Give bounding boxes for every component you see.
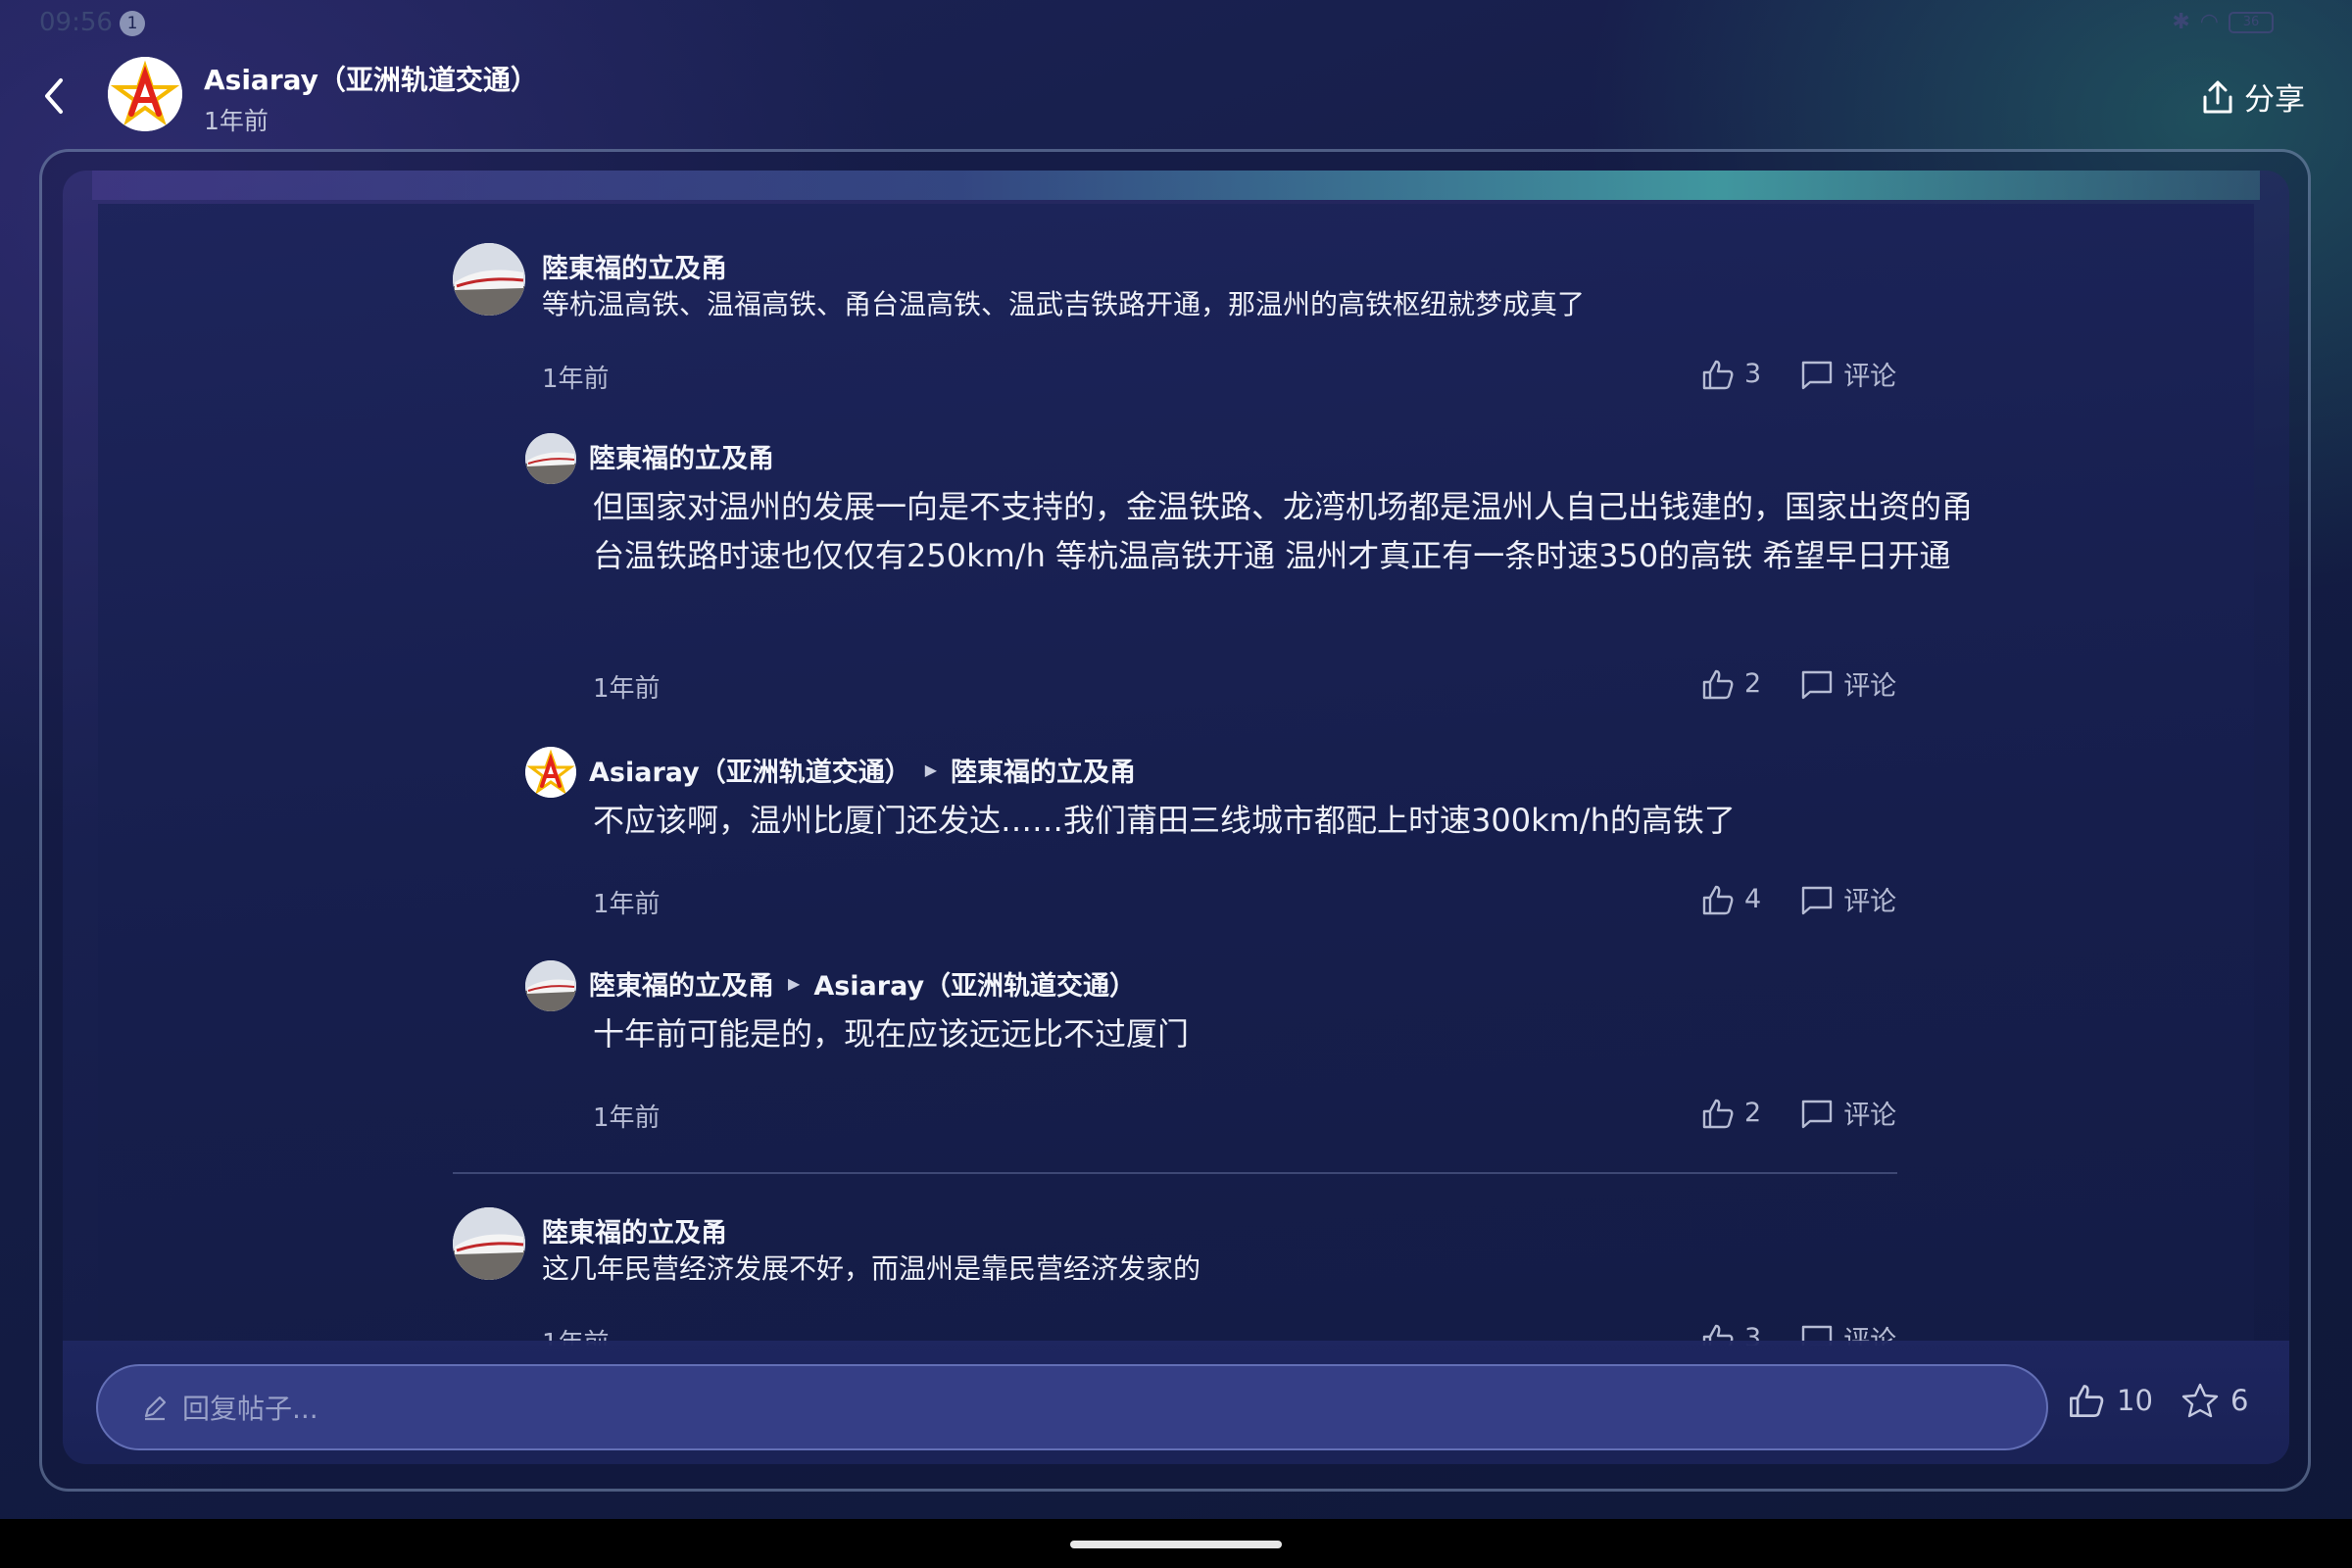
- wifi-icon: ◠: [2199, 10, 2219, 34]
- status-time: 09:56: [39, 8, 113, 37]
- comment-text: 等杭温高铁、温福高铁、甬台温高铁、温武吉铁路开通，那温州的高铁枢纽就梦成真了: [542, 288, 1586, 320]
- reply-actions: 2 评论: [1701, 1094, 1896, 1132]
- reply-author[interactable]: 陸東福的立及甬: [589, 437, 774, 475]
- comment-actions: 3 评论: [1701, 355, 1896, 393]
- bottom-action-bar: 回复帖子... 10 6: [63, 1341, 2289, 1464]
- status-bar: 09:56 1 ✱ ◠ 36: [0, 0, 2352, 49]
- avatar[interactable]: [525, 960, 576, 1011]
- comment-item: 陸東福的立及甬 等杭温高铁、温福高铁、甬台温高铁、温武吉铁路开通，那温州的高铁枢…: [98, 204, 2254, 400]
- like-count: 2: [1744, 1098, 1762, 1128]
- chevron-left-icon: [45, 78, 63, 114]
- reply-text: 但国家对温州的发展一向是不支持的，金温铁路、龙湾机场都是温州人自己出钱建的，国家…: [593, 488, 1974, 574]
- avatar[interactable]: [525, 433, 576, 484]
- star-icon: [2181, 1383, 2219, 1418]
- share-icon: [2203, 80, 2232, 113]
- like-count: 4: [1744, 884, 1762, 914]
- comment-icon: [1801, 1100, 1833, 1128]
- share-button[interactable]: 分享: [2201, 74, 2305, 119]
- thumbs-up-icon: [1702, 360, 1734, 389]
- comment-list[interactable]: 陸東福的立及甬 等杭温高铁、温福高铁、甬台温高铁、温武吉铁路开通，那温州的高铁枢…: [98, 204, 2254, 1346]
- reply-text: 十年前可能是的，现在应该远远比不过厦门: [593, 1015, 1190, 1053]
- bluetooth-icon: ✱: [2172, 10, 2190, 34]
- post-time: 1年前: [204, 107, 269, 135]
- author-name[interactable]: Asiaray（亚洲轨道交通）: [204, 59, 538, 98]
- comment-label: 评论: [1843, 671, 1897, 702]
- comment-text: 这几年民营经济发展不好，而温州是靠民营经济发家的: [542, 1252, 1201, 1285]
- status-icons: ✱ ◠ 36: [2172, 10, 2274, 34]
- home-indicator[interactable]: [1070, 1541, 1282, 1548]
- reply-author[interactable]: 陸東福的立及甬: [589, 964, 774, 1003]
- train-avatar-icon: [525, 960, 576, 1011]
- back-button[interactable]: [35, 71, 74, 122]
- comment-icon: [1801, 670, 1833, 699]
- like-count: 2: [1744, 668, 1762, 699]
- favorite-count: 6: [2230, 1384, 2249, 1417]
- reply-actions: 4 评论: [1701, 880, 1896, 918]
- post-like-count: 10: [2117, 1384, 2153, 1417]
- pencil-icon: [144, 1396, 167, 1421]
- comment-button[interactable]: 评论: [1800, 355, 1896, 393]
- author-avatar[interactable]: [108, 57, 182, 131]
- comment-item: 陸東福的立及甬 这几年民营经济发展不好，而温州是靠民营经济发家的 1年前 3 评…: [98, 1194, 2254, 1346]
- thumbs-up-icon: [1702, 885, 1734, 914]
- reply-arrow-icon: ▶: [788, 974, 801, 993]
- reply-header: Asiaray（亚洲轨道交通） ▶ 陸東福的立及甬: [589, 751, 1136, 789]
- thumbs-up-icon: [1702, 1099, 1734, 1128]
- battery-icon: 36: [2229, 11, 2274, 33]
- comment-label: 评论: [1843, 887, 1897, 917]
- reply-text: 不应该啊，温州比厦门还发达……我们莆田三线城市都配上时速300km/h的高铁了: [593, 802, 1736, 839]
- post-like-button[interactable]: 10: [2068, 1382, 2153, 1419]
- thumbs-up-icon: [2070, 1385, 2104, 1417]
- like-button[interactable]: 4: [1701, 884, 1761, 915]
- reply-item: Asiaray（亚洲轨道交通） ▶ 陸東福的立及甬 不应该啊，温州比厦门还发达……: [98, 733, 2254, 929]
- reply-time: 1年前: [593, 1103, 661, 1133]
- comment-button[interactable]: 评论: [1800, 880, 1896, 918]
- like-button[interactable]: 2: [1701, 1098, 1761, 1129]
- reply-item: 陸東福的立及甬 ▶ Asiaray（亚洲轨道交通） 十年前可能是的，现在应该远远…: [98, 949, 2254, 1145]
- avatar[interactable]: [453, 1207, 525, 1280]
- notification-badge: 1: [120, 11, 145, 36]
- thumbs-up-icon: [1702, 669, 1734, 699]
- comment-label: 评论: [1843, 362, 1897, 392]
- reply-header: 陸東福的立及甬 ▶ Asiaray（亚洲轨道交通）: [589, 964, 1136, 1003]
- like-count: 3: [1744, 359, 1762, 389]
- avatar[interactable]: [525, 747, 576, 798]
- like-button[interactable]: 3: [1701, 359, 1761, 390]
- train-avatar-icon: [525, 433, 576, 484]
- comment-time: 1年前: [542, 365, 610, 394]
- reply-to-user[interactable]: 陸東福的立及甬: [951, 751, 1136, 789]
- reply-to-user[interactable]: Asiaray（亚洲轨道交通）: [813, 964, 1136, 1003]
- reply-input[interactable]: 回复帖子...: [96, 1364, 2048, 1450]
- asiaray-logo-icon: [108, 57, 182, 131]
- reply-item: 陸東福的立及甬 但国家对温州的发展一向是不支持的，金温铁路、龙湾机场都是温州人自…: [98, 419, 2254, 713]
- avatar[interactable]: [453, 243, 525, 316]
- reply-author[interactable]: Asiaray（亚洲轨道交通）: [589, 751, 911, 789]
- comment-icon: [1801, 361, 1833, 389]
- train-avatar-icon: [453, 1207, 525, 1280]
- like-button[interactable]: 2: [1701, 668, 1761, 700]
- comment-button[interactable]: 评论: [1800, 664, 1896, 703]
- reply-arrow-icon: ▶: [924, 760, 938, 779]
- reply-time: 1年前: [593, 674, 661, 704]
- asiaray-logo-icon: [525, 747, 576, 798]
- reply-actions: 2 评论: [1701, 664, 1896, 703]
- comment-icon: [1801, 886, 1833, 914]
- favorite-button[interactable]: 6: [2181, 1382, 2248, 1419]
- system-nav-bar: [0, 1519, 2352, 1568]
- comment-label: 评论: [1843, 1101, 1897, 1131]
- train-avatar-icon: [453, 243, 525, 316]
- share-label: 分享: [2244, 82, 2305, 118]
- comment-button[interactable]: 评论: [1800, 1094, 1896, 1132]
- divider: [453, 1172, 1897, 1174]
- post-header: Asiaray（亚洲轨道交通） 1年前 分享: [0, 49, 2352, 147]
- reply-placeholder: 回复帖子...: [182, 1393, 318, 1425]
- reply-time: 1年前: [593, 890, 661, 919]
